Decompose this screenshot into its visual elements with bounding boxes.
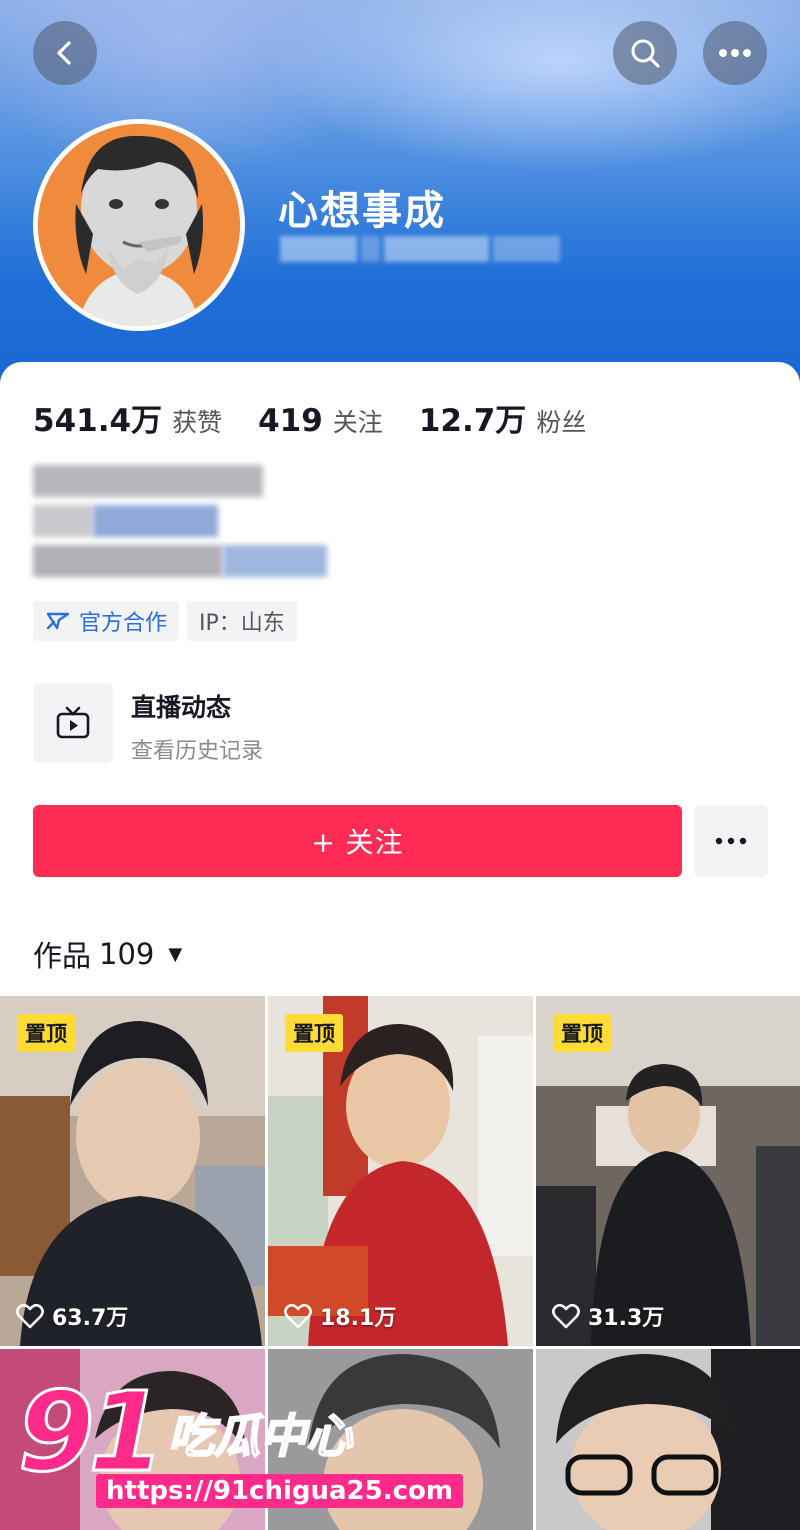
stat-followers[interactable]: 12.7万 粉丝: [419, 395, 587, 440]
pinned-badge: 置顶: [17, 1014, 75, 1052]
more-options-button[interactable]: [703, 21, 767, 85]
video-cover-image: [536, 1349, 800, 1530]
video-thumbnail[interactable]: [536, 1349, 800, 1530]
cooperation-icon: [46, 612, 70, 630]
heart-icon: [16, 1303, 44, 1329]
profile-stats: 541.4万 获赞 419 关注 12.7万 粉丝: [33, 395, 622, 440]
redacted-account-id: [280, 236, 560, 262]
video-likes: 31.3万: [552, 1300, 664, 1332]
video-likes: 63.7万: [16, 1300, 128, 1332]
follow-button[interactable]: + 关注: [33, 805, 682, 877]
tv-icon: [56, 706, 90, 739]
live-title[interactable]: 直播动态: [131, 688, 231, 724]
more-dots-icon: [719, 49, 751, 57]
ip-location-label: IP：山东: [199, 611, 285, 636]
heart-icon: [284, 1303, 312, 1329]
avatar[interactable]: [33, 119, 245, 331]
likes-count: 63.7万: [52, 1306, 129, 1331]
caret-down-icon: ▼: [168, 943, 183, 965]
more-dots-icon: [715, 837, 747, 845]
stat-following[interactable]: 419 关注: [258, 403, 383, 439]
tab-works[interactable]: 作品 109 ▼: [33, 933, 182, 975]
profile-tags: 官方合作 IP：山东: [33, 601, 297, 641]
site-watermark: 91 吃瓜中心 https://91chigua25.com: [16, 1367, 463, 1518]
watermark-name: 吃瓜中心: [167, 1408, 353, 1464]
watermark-url: https://91chigua25.com: [96, 1474, 463, 1508]
search-button[interactable]: [613, 21, 677, 85]
live-history-entry[interactable]: [33, 683, 113, 763]
follow-more-button[interactable]: [694, 805, 768, 877]
stat-value: 12.7万: [418, 403, 527, 439]
stat-value: 419: [258, 403, 323, 439]
live-subtitle[interactable]: 查看历史记录: [131, 733, 263, 765]
likes-count: 18.1万: [320, 1306, 397, 1331]
stat-likes[interactable]: 541.4万 获赞: [33, 395, 222, 440]
works-label: 作品: [33, 939, 92, 973]
pinned-badge: 置顶: [285, 1014, 343, 1052]
back-button[interactable]: [33, 21, 97, 85]
video-thumbnail[interactable]: 置顶 18.1万: [268, 996, 533, 1346]
official-cooperation-tag[interactable]: 官方合作: [33, 601, 180, 641]
stat-label: 获赞: [172, 408, 223, 437]
video-thumbnail[interactable]: 置顶 31.3万: [536, 996, 800, 1346]
pinned-badge: 置顶: [553, 1014, 611, 1052]
profile-nickname: 心想事成: [278, 188, 446, 234]
portrait-avatar-image: [38, 124, 240, 326]
video-likes: 18.1万: [284, 1300, 396, 1332]
heart-icon: [552, 1303, 580, 1329]
ip-location-tag: IP：山东: [187, 601, 297, 641]
video-thumbnail[interactable]: 置顶 63.7万: [0, 996, 265, 1346]
works-count: 109: [99, 937, 155, 971]
chevron-left-icon: [57, 41, 71, 65]
stat-value: 541.4万: [33, 403, 163, 439]
likes-count: 31.3万: [588, 1306, 665, 1331]
official-cooperation-label: 官方合作: [79, 611, 168, 636]
redacted-bio: [33, 465, 333, 590]
search-icon: [631, 39, 660, 68]
stat-label: 粉丝: [536, 408, 587, 437]
stat-label: 关注: [332, 408, 383, 437]
